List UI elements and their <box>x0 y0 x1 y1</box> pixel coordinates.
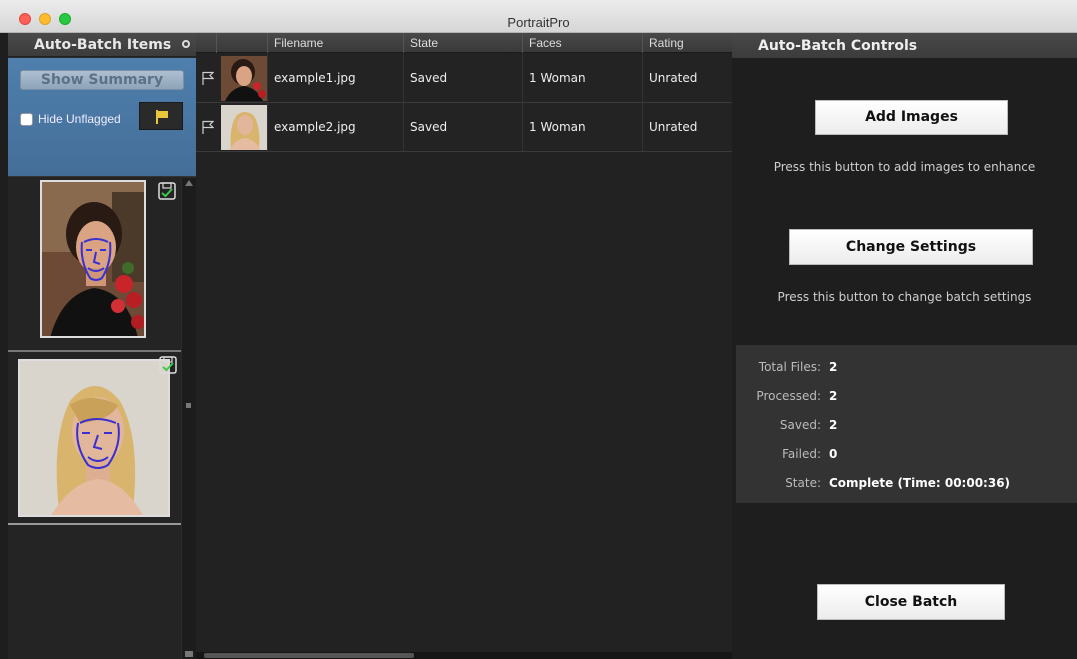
flag-icon[interactable] <box>202 71 214 85</box>
controls-panel-header: Auto-Batch Controls <box>732 33 1077 58</box>
add-images-hint: Press this button to add images to enhan… <box>773 160 1036 174</box>
stat-failed: Failed: 0 <box>736 447 1077 465</box>
cell-rating[interactable]: Unrated <box>642 103 732 151</box>
stat-label: Total Files: <box>758 360 821 374</box>
cell-state: Saved <box>403 54 522 102</box>
stat-total-files: Total Files: 2 <box>736 360 1077 378</box>
column-header-flag <box>196 33 216 53</box>
thumbnail-list <box>8 177 181 659</box>
scroll-grip[interactable] <box>186 403 191 408</box>
stat-label: Processed: <box>756 389 821 403</box>
stat-label: Saved: <box>779 418 821 432</box>
table-header: Filename State Faces Rating <box>196 33 732 53</box>
cell-rating[interactable]: Unrated <box>642 54 732 102</box>
flag-icon[interactable] <box>202 120 214 134</box>
column-header-thumb <box>216 33 267 53</box>
column-header-state[interactable]: State <box>403 33 522 53</box>
cell-filename: example2.jpg <box>267 103 403 151</box>
auto-batch-items-panel: Auto-Batch Items Show Summary Hide Unfla… <box>8 33 196 659</box>
stat-label: Failed: <box>782 447 821 461</box>
stat-saved: Saved: 2 <box>736 418 1077 436</box>
add-images-button[interactable]: Add Images <box>815 100 1008 135</box>
auto-batch-controls-panel: Auto-Batch Controls Add Images Press thi… <box>732 33 1077 659</box>
table-row[interactable]: example2.jpg Saved 1 Woman Unrated <box>196 103 732 152</box>
thumbnail-scrollbar[interactable] <box>182 178 196 659</box>
flag-icon <box>156 110 168 124</box>
change-settings-hint: Press this button to change batch settin… <box>777 290 1032 304</box>
batch-items-table: Filename State Faces Rating example1.jpg… <box>196 33 732 659</box>
save-check-icon <box>158 182 176 200</box>
stat-value: 0 <box>829 447 838 461</box>
controls-panel-title: Auto-Batch Controls <box>758 38 918 54</box>
scroll-up-arrow[interactable] <box>185 180 193 186</box>
cell-faces: 1 Woman <box>522 54 642 102</box>
panel-menu-icon[interactable] <box>182 40 190 48</box>
window-title: PortraitPro <box>507 15 570 30</box>
row-thumbnail <box>221 105 268 150</box>
scrollbar-thumb[interactable] <box>204 653 414 658</box>
column-header-rating[interactable]: Rating <box>642 33 732 53</box>
stat-processed: Processed: 2 <box>736 389 1077 407</box>
stat-value: 2 <box>829 389 838 403</box>
hide-unflagged-checkbox[interactable] <box>20 113 33 126</box>
table-horizontal-scrollbar[interactable] <box>196 652 732 659</box>
table-row[interactable]: example1.jpg Saved 1 Woman Unrated <box>196 54 732 103</box>
stat-value: 2 <box>829 360 838 374</box>
close-batch-button[interactable]: Close Batch <box>817 584 1005 620</box>
stat-label: State: <box>785 476 821 490</box>
row-thumbnail <box>221 56 268 101</box>
column-header-faces[interactable]: Faces <box>522 33 642 53</box>
items-filter-area: Show Summary Hide Unflagged <box>8 58 196 177</box>
stat-value: Complete (Time: 00:00:36) <box>829 476 1011 490</box>
stat-value: 2 <box>829 418 838 432</box>
flag-filter-button[interactable] <box>139 102 183 130</box>
items-panel-title: Auto-Batch Items <box>34 37 172 53</box>
items-panel-header: Auto-Batch Items <box>8 33 196 57</box>
save-check-icon <box>159 356 177 374</box>
show-summary-button[interactable]: Show Summary <box>20 70 184 90</box>
cell-filename: example1.jpg <box>267 54 403 102</box>
thumbnail-item[interactable] <box>8 177 181 352</box>
cell-faces: 1 Woman <box>522 103 642 151</box>
change-settings-button[interactable]: Change Settings <box>789 229 1033 265</box>
cell-state: Saved <box>403 103 522 151</box>
portrait-thumbnail-1 <box>40 180 146 338</box>
title-bar: PortraitPro <box>0 0 1077 33</box>
scroll-down-arrow[interactable] <box>185 651 193 657</box>
portrait-thumbnail-2 <box>18 359 170 517</box>
hide-unflagged-label: Hide Unflagged <box>38 112 121 126</box>
batch-stats-panel: Total Files: 2 Processed: 2 Saved: 2 Fai… <box>736 345 1077 503</box>
column-header-filename[interactable]: Filename <box>267 33 403 53</box>
thumbnail-item[interactable] <box>8 352 181 525</box>
stat-state: State: Complete (Time: 00:00:36) <box>736 476 1077 494</box>
